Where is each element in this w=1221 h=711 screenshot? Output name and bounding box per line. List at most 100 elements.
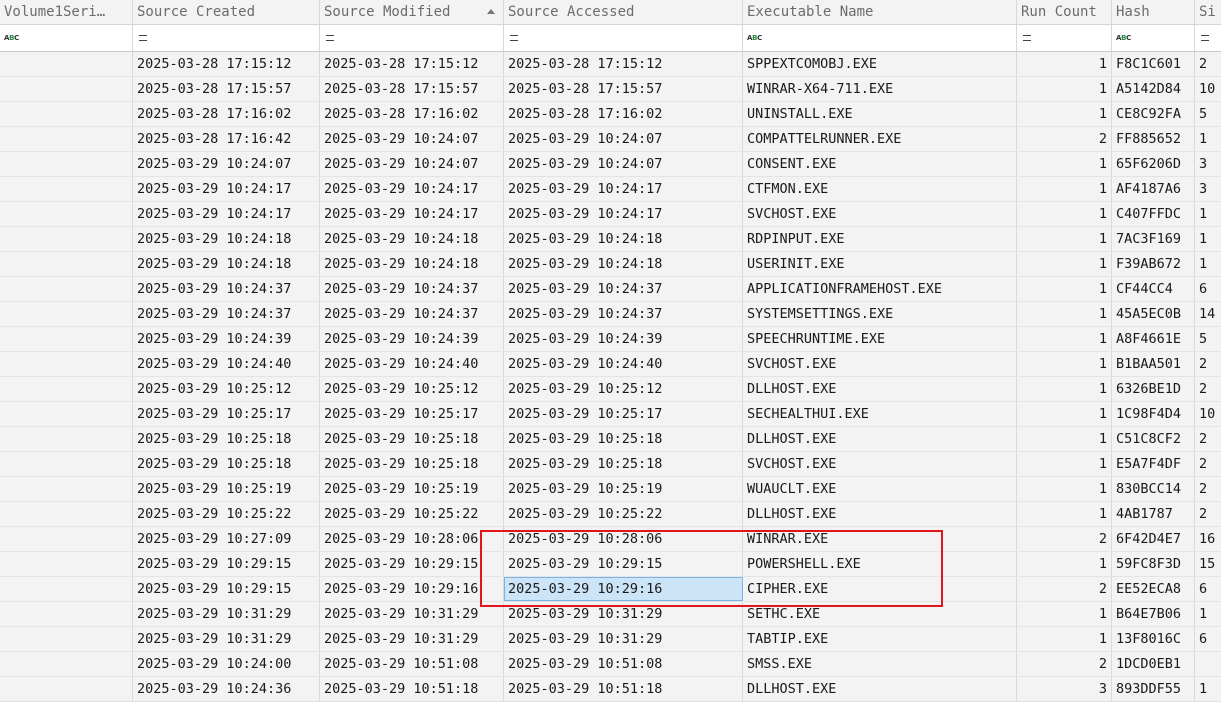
cell-vol[interactable]: [0, 352, 133, 376]
cell-exe[interactable]: DLLHOST.EXE: [743, 677, 1017, 701]
cell-size[interactable]: 5: [1195, 327, 1221, 351]
cell-runs[interactable]: 1: [1017, 152, 1112, 176]
cell-accessed[interactable]: 2025-03-29 10:51:08: [504, 652, 743, 676]
cell-modified[interactable]: 2025-03-29 10:24:37: [320, 302, 504, 326]
cell-modified[interactable]: 2025-03-29 10:29:15: [320, 552, 504, 576]
cell-created[interactable]: 2025-03-29 10:25:18: [133, 452, 320, 476]
cell-runs[interactable]: 1: [1017, 552, 1112, 576]
cell-vol[interactable]: [0, 602, 133, 626]
cell-modified[interactable]: 2025-03-28 17:15:12: [320, 52, 504, 76]
filter-cell[interactable]: ABC: [0, 25, 133, 51]
cell-size[interactable]: 1: [1195, 227, 1221, 251]
filter-cell[interactable]: [320, 25, 504, 51]
cell-runs[interactable]: 1: [1017, 227, 1112, 251]
cell-hash[interactable]: 893DDF55: [1112, 677, 1195, 701]
cell-exe[interactable]: SVCHOST.EXE: [743, 202, 1017, 226]
cell-modified[interactable]: 2025-03-29 10:28:06: [320, 527, 504, 551]
cell-created[interactable]: 2025-03-29 10:24:36: [133, 677, 320, 701]
cell-runs[interactable]: 1: [1017, 477, 1112, 501]
cell-runs[interactable]: 1: [1017, 102, 1112, 126]
filter-cell[interactable]: [504, 25, 743, 51]
cell-runs[interactable]: 1: [1017, 202, 1112, 226]
cell-accessed[interactable]: 2025-03-29 10:25:19: [504, 477, 743, 501]
cell-vol[interactable]: [0, 477, 133, 501]
cell-modified[interactable]: 2025-03-29 10:24:17: [320, 202, 504, 226]
cell-vol[interactable]: [0, 152, 133, 176]
cell-vol[interactable]: [0, 227, 133, 251]
cell-size[interactable]: 10: [1195, 77, 1221, 101]
cell-created[interactable]: 2025-03-29 10:25:12: [133, 377, 320, 401]
table-row[interactable]: 2025-03-29 10:24:07 2025-03-29 10:24:07 20…: [0, 152, 1221, 177]
cell-size[interactable]: 2: [1195, 477, 1221, 501]
cell-hash[interactable]: 6326BE1D: [1112, 377, 1195, 401]
cell-runs[interactable]: 2: [1017, 577, 1112, 601]
cell-size[interactable]: 3: [1195, 152, 1221, 176]
cell-size[interactable]: 6: [1195, 277, 1221, 301]
cell-accessed[interactable]: 2025-03-29 10:31:29: [504, 602, 743, 626]
cell-accessed[interactable]: 2025-03-29 10:24:37: [504, 277, 743, 301]
cell-size[interactable]: 1: [1195, 677, 1221, 701]
cell-vol[interactable]: [0, 652, 133, 676]
cell-vol[interactable]: [0, 627, 133, 651]
cell-created[interactable]: 2025-03-29 10:24:40: [133, 352, 320, 376]
cell-modified[interactable]: 2025-03-29 10:24:07: [320, 152, 504, 176]
cell-vol[interactable]: [0, 127, 133, 151]
cell-exe[interactable]: UNINSTALL.EXE: [743, 102, 1017, 126]
cell-hash[interactable]: C51C8CF2: [1112, 427, 1195, 451]
cell-hash[interactable]: 45A5EC0B: [1112, 302, 1195, 326]
cell-hash[interactable]: C407FFDC: [1112, 202, 1195, 226]
cell-accessed[interactable]: 2025-03-28 17:15:12: [504, 52, 743, 76]
table-row[interactable]: 2025-03-29 10:25:17 2025-03-29 10:25:17 20…: [0, 402, 1221, 427]
cell-size[interactable]: 3: [1195, 177, 1221, 201]
filter-cell[interactable]: ABC: [1112, 25, 1195, 51]
cell-hash[interactable]: CE8C92FA: [1112, 102, 1195, 126]
cell-modified[interactable]: 2025-03-29 10:24:18: [320, 252, 504, 276]
cell-size[interactable]: [1195, 652, 1221, 676]
cell-created[interactable]: 2025-03-28 17:15:57: [133, 77, 320, 101]
cell-exe[interactable]: WINRAR.EXE: [743, 527, 1017, 551]
cell-accessed[interactable]: 2025-03-29 10:24:17: [504, 202, 743, 226]
cell-modified[interactable]: 2025-03-29 10:31:29: [320, 602, 504, 626]
cell-vol[interactable]: [0, 677, 133, 701]
cell-modified[interactable]: 2025-03-29 10:24:37: [320, 277, 504, 301]
cell-exe[interactable]: WINRAR-X64-711.EXE: [743, 77, 1017, 101]
cell-exe[interactable]: SMSS.EXE: [743, 652, 1017, 676]
cell-accessed[interactable]: 2025-03-29 10:29:16: [504, 577, 743, 601]
cell-size[interactable]: 6: [1195, 577, 1221, 601]
cell-hash[interactable]: AF4187A6: [1112, 177, 1195, 201]
cell-exe[interactable]: SECHEALTHUI.EXE: [743, 402, 1017, 426]
cell-vol[interactable]: [0, 252, 133, 276]
cell-created[interactable]: 2025-03-29 10:25:22: [133, 502, 320, 526]
cell-modified[interactable]: 2025-03-29 10:25:17: [320, 402, 504, 426]
cell-modified[interactable]: 2025-03-28 17:15:57: [320, 77, 504, 101]
cell-accessed[interactable]: 2025-03-28 17:15:57: [504, 77, 743, 101]
cell-size[interactable]: 2: [1195, 377, 1221, 401]
cell-modified[interactable]: 2025-03-29 10:31:29: [320, 627, 504, 651]
cell-vol[interactable]: [0, 452, 133, 476]
table-row[interactable]: 2025-03-29 10:24:18 2025-03-29 10:24:18 20…: [0, 227, 1221, 252]
cell-exe[interactable]: DLLHOST.EXE: [743, 427, 1017, 451]
cell-created[interactable]: 2025-03-29 10:24:37: [133, 302, 320, 326]
cell-accessed[interactable]: 2025-03-29 10:24:17: [504, 177, 743, 201]
cell-size[interactable]: 10: [1195, 402, 1221, 426]
cell-accessed[interactable]: 2025-03-29 10:24:37: [504, 302, 743, 326]
cell-accessed[interactable]: 2025-03-29 10:24:18: [504, 227, 743, 251]
cell-created[interactable]: 2025-03-29 10:29:15: [133, 577, 320, 601]
cell-exe[interactable]: CIPHER.EXE: [743, 577, 1017, 601]
cell-accessed[interactable]: 2025-03-29 10:25:22: [504, 502, 743, 526]
cell-created[interactable]: 2025-03-28 17:15:12: [133, 52, 320, 76]
cell-accessed[interactable]: 2025-03-29 10:29:15: [504, 552, 743, 576]
table-row[interactable]: 2025-03-29 10:24:36 2025-03-29 10:51:18 20…: [0, 677, 1221, 702]
cell-accessed[interactable]: 2025-03-29 10:31:29: [504, 627, 743, 651]
filter-cell[interactable]: [1195, 25, 1221, 51]
filter-cell[interactable]: ABC: [743, 25, 1017, 51]
column-header-volume1serial[interactable]: Volume1Seri…: [0, 0, 133, 24]
cell-size[interactable]: 1: [1195, 252, 1221, 276]
cell-hash[interactable]: 6F42D4E7: [1112, 527, 1195, 551]
cell-accessed[interactable]: 2025-03-29 10:25:18: [504, 452, 743, 476]
cell-runs[interactable]: 2: [1017, 127, 1112, 151]
cell-vol[interactable]: [0, 177, 133, 201]
cell-modified[interactable]: 2025-03-29 10:25:19: [320, 477, 504, 501]
table-row[interactable]: 2025-03-28 17:15:12 2025-03-28 17:15:12 20…: [0, 52, 1221, 77]
table-row[interactable]: 2025-03-29 10:29:15 2025-03-29 10:29:16 20…: [0, 577, 1221, 602]
